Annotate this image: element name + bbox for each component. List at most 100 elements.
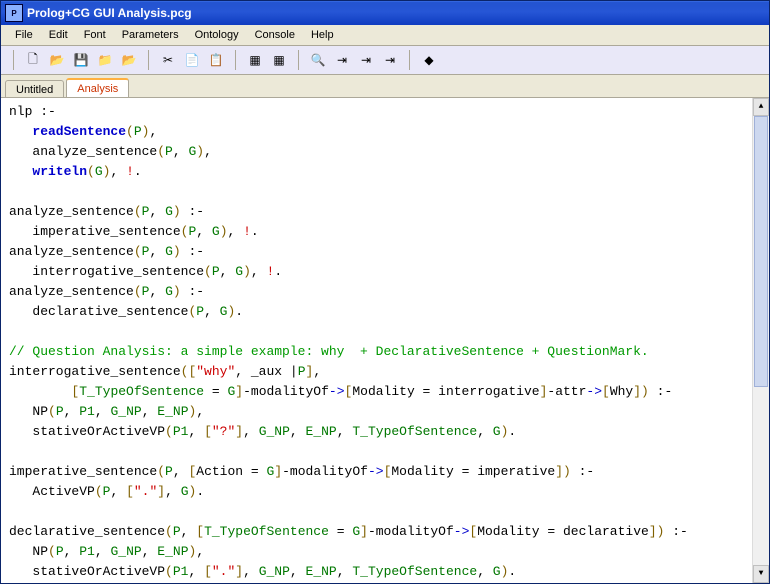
token-plain: Modality = interrogative xyxy=(352,384,539,399)
token-plain: . xyxy=(251,224,259,239)
token-plain: Why xyxy=(610,384,633,399)
token-punc: [ xyxy=(196,524,204,539)
token-var: T_TypeOfSentence xyxy=(79,384,204,399)
scroll-track[interactable] xyxy=(753,116,769,565)
token-punc: ( xyxy=(95,484,103,499)
save-icon[interactable]: 💾 xyxy=(70,49,92,71)
token-var: E_NP xyxy=(157,404,188,419)
token-punc: ] xyxy=(360,524,368,539)
help-icon[interactable]: ◆ xyxy=(418,49,440,71)
tab-strip: UntitledAnalysis xyxy=(1,75,769,97)
token-punc: [ xyxy=(602,384,610,399)
token-var: P xyxy=(56,544,64,559)
token-plain: -attr xyxy=(547,384,586,399)
step-2-icon[interactable]: ⇥ xyxy=(355,49,377,71)
token-var: G xyxy=(493,564,501,579)
token-cmt: // Question Analysis: a simple example: … xyxy=(9,344,649,359)
token-punc: [ xyxy=(204,424,212,439)
tab-analysis[interactable]: Analysis xyxy=(66,78,129,97)
folder-plus-icon[interactable]: 📁 xyxy=(94,49,116,71)
token-punc: ] xyxy=(274,464,282,479)
token-plain: , xyxy=(142,544,158,559)
code-line[interactable] xyxy=(9,322,761,342)
token-plain: analyze_sentence xyxy=(9,204,134,219)
menu-file[interactable]: File xyxy=(7,27,41,43)
token-punc: ( xyxy=(165,564,173,579)
code-line[interactable]: ActiveVP(P, ["."], G). xyxy=(9,482,761,502)
code-line[interactable] xyxy=(9,502,761,522)
step-1-icon[interactable]: ⇥ xyxy=(331,49,353,71)
token-var: T_TypeOfSentence xyxy=(204,524,329,539)
code-line[interactable]: // Question Analysis: a simple example: … xyxy=(9,342,761,362)
token-plain: Modality = imperative xyxy=(391,464,555,479)
menu-ontology[interactable]: Ontology xyxy=(187,27,247,43)
code-line[interactable] xyxy=(9,442,761,462)
token-plain: . xyxy=(235,304,243,319)
menu-parameters[interactable]: Parameters xyxy=(114,27,187,43)
code-line[interactable]: readSentence(P), xyxy=(9,122,761,142)
tab-untitled[interactable]: Untitled xyxy=(5,80,64,98)
code-line[interactable]: imperative_sentence(P, [Action = G]-moda… xyxy=(9,462,761,482)
run-2-icon[interactable]: ▦ xyxy=(268,49,290,71)
code-line[interactable]: interrogative_sentence(["why", _aux |P], xyxy=(9,362,761,382)
token-punc: ( xyxy=(157,144,165,159)
token-var: P xyxy=(134,124,142,139)
scroll-up-button[interactable]: ▲ xyxy=(753,98,769,116)
token-var: E_NP xyxy=(306,564,337,579)
token-sym: -> xyxy=(329,384,345,399)
code-line[interactable]: imperative_sentence(P, G), !. xyxy=(9,222,761,242)
token-punc: ] xyxy=(633,384,641,399)
code-line[interactable]: analyze_sentence(P, G) :- xyxy=(9,202,761,222)
code-line[interactable]: nlp :- xyxy=(9,102,761,122)
code-line[interactable]: writeln(G), !. xyxy=(9,162,761,182)
token-plain xyxy=(9,124,32,139)
code-line[interactable]: stativeOrActiveVP(P1, ["?"], G_NP, E_NP,… xyxy=(9,422,761,442)
code-editor[interactable]: nlp :- readSentence(P), analyze_sentence… xyxy=(1,97,769,583)
menu-font[interactable]: Font xyxy=(76,27,114,43)
token-punc: ( xyxy=(48,544,56,559)
token-var: P xyxy=(196,304,204,319)
scroll-down-button[interactable]: ▼ xyxy=(753,565,769,583)
copy-icon[interactable]: 📄 xyxy=(181,49,203,71)
code-line[interactable]: NP(P, P1, G_NP, E_NP), xyxy=(9,402,761,422)
find-icon[interactable]: 🔍 xyxy=(307,49,329,71)
token-var: P xyxy=(298,364,306,379)
token-plain: , xyxy=(149,244,165,259)
token-plain: analyze_sentence xyxy=(9,144,157,159)
code-line[interactable]: declarative_sentence(P, G). xyxy=(9,302,761,322)
code-line[interactable]: analyze_sentence(P, G) :- xyxy=(9,242,761,262)
token-punc: ( xyxy=(134,204,142,219)
paste-icon[interactable]: 📋 xyxy=(205,49,227,71)
scroll-thumb[interactable] xyxy=(754,116,768,387)
token-plain: nlp :- xyxy=(9,104,56,119)
code-line[interactable]: NP(P, P1, G_NP, E_NP), xyxy=(9,542,761,562)
token-plain: , xyxy=(337,424,353,439)
token-punc: ) xyxy=(563,464,571,479)
code-line[interactable]: analyze_sentence(P, G) :- xyxy=(9,282,761,302)
code-line[interactable]: stativeOrActiveVP(P1, ["."], G_NP, E_NP,… xyxy=(9,562,761,582)
menu-help[interactable]: Help xyxy=(303,27,342,43)
toolbar-separator xyxy=(235,50,236,70)
token-plain: analyze_sentence xyxy=(9,244,134,259)
token-punc: ] xyxy=(649,524,657,539)
menu-edit[interactable]: Edit xyxy=(41,27,76,43)
token-var: P1 xyxy=(173,564,189,579)
code-line[interactable]: declarative_sentence(P, [T_TypeOfSentenc… xyxy=(9,522,761,542)
open-file-icon[interactable]: 📂 xyxy=(46,49,68,71)
code-line[interactable]: interrogative_sentence(P, G), !. xyxy=(9,262,761,282)
code-line[interactable]: [T_TypeOfSentence = G]-modalityOf->[Moda… xyxy=(9,382,761,402)
token-punc: ( xyxy=(165,424,173,439)
token-punc: ( xyxy=(87,164,95,179)
code-line[interactable] xyxy=(9,182,761,202)
step-3-icon[interactable]: ⇥ xyxy=(379,49,401,71)
token-var: G xyxy=(235,264,243,279)
menu-console[interactable]: Console xyxy=(247,27,303,43)
folder-open-icon[interactable]: 📂 xyxy=(118,49,140,71)
token-plain: :- xyxy=(664,524,687,539)
cut-icon[interactable]: ✂ xyxy=(157,49,179,71)
new-file-icon[interactable]: 🗋 xyxy=(22,49,44,71)
code-line[interactable]: analyze_sentence(P, G), xyxy=(9,142,761,162)
vertical-scrollbar[interactable]: ▲ ▼ xyxy=(752,98,769,583)
titlebar[interactable]: P Prolog+CG GUI Analysis.pcg xyxy=(1,1,769,25)
run-1-icon[interactable]: ▦ xyxy=(244,49,266,71)
